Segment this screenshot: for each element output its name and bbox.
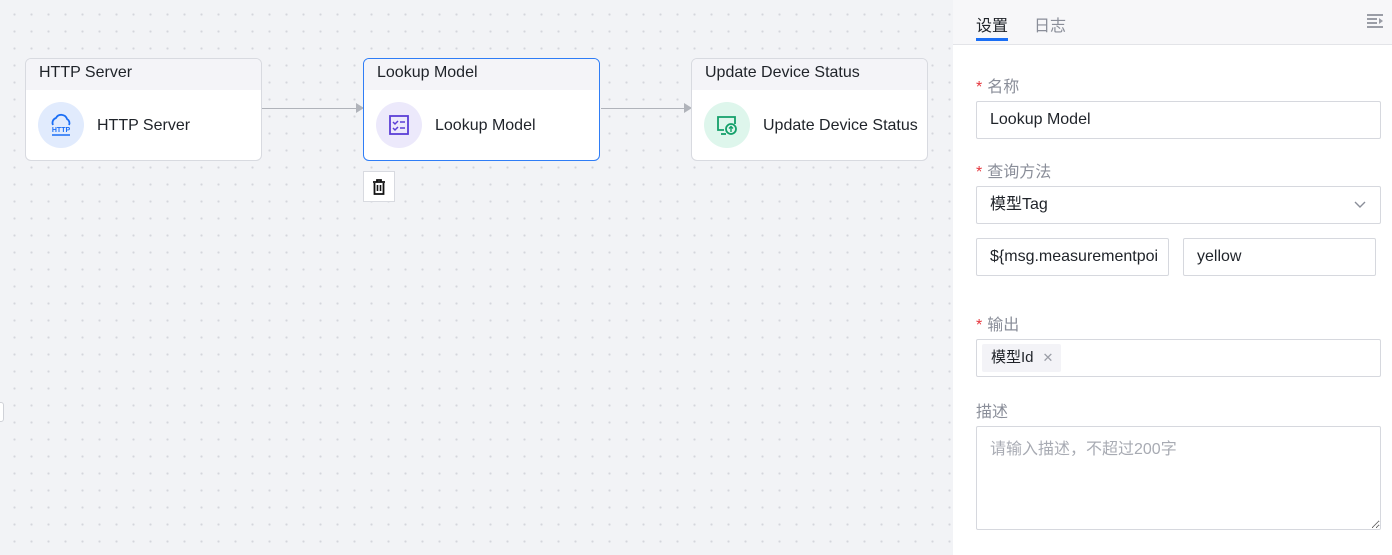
node-http-server[interactable]: HTTP Server HTTP HTTP Server [25,58,262,161]
checklist-icon [376,102,422,148]
chevron-down-icon [1354,201,1366,208]
http-cloud-icon: HTTP [38,102,84,148]
name-label: * 名称 [976,79,1020,96]
panel-tabs: 设置 日志 [953,0,1392,45]
node-title: HTTP Server [26,59,261,90]
description-textarea[interactable] [976,426,1381,530]
tag-key-input[interactable]: ${msg.measurementpoi [976,238,1169,276]
node-title: Update Device Status [692,59,927,90]
description-label: 描述 [976,404,1009,421]
properties-panel: 设置 日志 * 名称 Lookup Model * 查询方法 模型Tag ${msg… [953,0,1392,555]
required-marker: * [976,317,983,334]
side-collapse-handle[interactable] [0,402,4,422]
required-marker: * [976,164,983,181]
collapse-panel-icon[interactable] [1366,13,1384,29]
node-label: HTTP Server [97,116,191,134]
required-marker: * [976,79,983,96]
method-label: * 查询方法 [976,164,1052,181]
node-label: Update Device Status [763,116,918,134]
tag-value-input[interactable]: yellow [1183,238,1376,276]
output-label: * 输出 [976,317,1020,334]
delete-node-button[interactable] [363,171,395,202]
output-multiselect[interactable]: 模型Id ✕ [976,339,1381,377]
trash-icon [373,178,385,195]
method-select-value: 模型Tag [990,196,1048,213]
node-label: Lookup Model [435,116,536,134]
node-update-device-status[interactable]: Update Device Status Update Device Statu… [691,58,928,161]
node-lookup-model[interactable]: Lookup Model Lookup Model [363,58,600,161]
node-title: Lookup Model [364,59,599,90]
tab-logs[interactable]: 日志 [1034,12,1066,36]
name-input[interactable]: Lookup Model [976,101,1381,139]
output-tag: 模型Id ✕ [982,344,1062,372]
flow-canvas[interactable]: HTTP Server HTTP HTTP Server Lookup Mode… [0,0,953,555]
http-icon-text: HTTP [52,127,71,134]
remove-tag-icon[interactable]: ✕ [1043,350,1054,365]
monitor-upload-icon [704,102,750,148]
edge-connector [262,108,357,109]
edge-connector [601,108,685,109]
method-select[interactable]: 模型Tag [976,186,1381,224]
tab-settings[interactable]: 设置 [976,12,1009,41]
